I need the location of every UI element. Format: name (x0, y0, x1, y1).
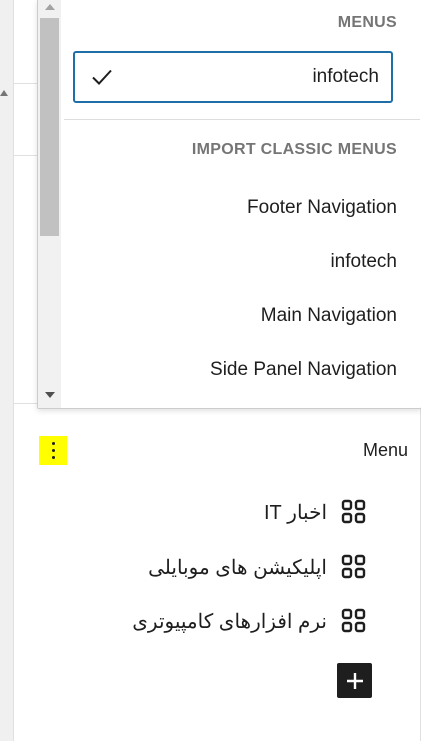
classic-menu-option[interactable]: Footer Navigation (247, 197, 397, 219)
add-block-button[interactable] (337, 663, 372, 698)
more-options-icon[interactable] (39, 436, 67, 465)
classic-menu-option[interactable]: Main Navigation (261, 305, 397, 327)
nav-link-item[interactable]: اخبار IT (264, 497, 367, 527)
group-divider (64, 119, 420, 120)
nav-link-item[interactable]: نرم افزارهای کامپیوتری (132, 606, 367, 636)
menus-group-label: MENUS (337, 14, 397, 31)
classic-menu-option[interactable]: Side Panel Navigation (210, 359, 397, 381)
scroll-thumb[interactable] (40, 18, 59, 236)
classic-menu-option[interactable]: infotech (330, 251, 397, 273)
menu-select-dropdown: MENUS infotech IMPORT CLASSIC MENUS Foot… (37, 0, 421, 409)
scroll-down-arrow-icon[interactable] (45, 392, 55, 398)
editor-left-panel (0, 0, 14, 741)
import-classic-menus-label: IMPORT CLASSIC MENUS (191, 141, 397, 158)
grid-icon (341, 554, 367, 580)
checkmark-icon (91, 68, 113, 86)
nav-link-item[interactable]: اپلیکیشن های موبایلی (148, 552, 367, 582)
collapse-arrow-icon[interactable] (0, 90, 8, 96)
scroll-up-arrow-icon[interactable] (45, 4, 55, 10)
nav-link-label: نرم افزارهای کامپیوتری (132, 610, 327, 633)
selected-menu-label: infotech (312, 66, 379, 87)
grid-icon (341, 499, 367, 525)
dropdown-scrollbar[interactable] (38, 0, 61, 408)
grid-icon (341, 608, 367, 634)
nav-link-label: اخبار IT (263, 501, 327, 524)
menu-block-title: Menu (362, 440, 408, 460)
plus-icon (346, 672, 363, 689)
menu-option-selected[interactable]: infotech (73, 51, 393, 103)
nav-link-label: اپلیکیشن های موبایلی (148, 556, 327, 579)
